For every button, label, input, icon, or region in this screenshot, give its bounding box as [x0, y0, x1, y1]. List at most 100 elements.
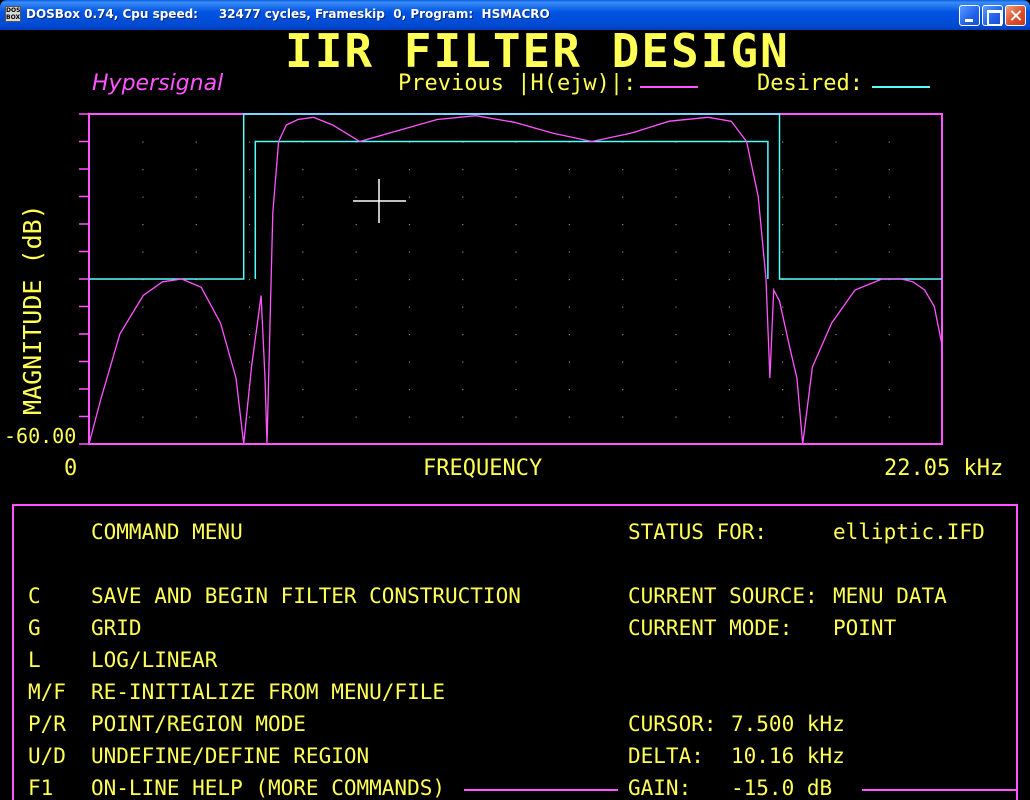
grid-dot	[675, 169, 677, 171]
grid-dot	[728, 361, 730, 363]
frequency-response-plot[interactable]	[0, 30, 1030, 470]
grid-dot	[622, 389, 624, 391]
grid-dot	[195, 251, 197, 253]
grid-dot	[728, 334, 730, 336]
grid-dot	[462, 279, 464, 281]
grid-dot	[782, 141, 784, 143]
grid-dot	[195, 196, 197, 198]
grid-dot	[195, 416, 197, 418]
grid-dot	[142, 306, 144, 308]
grid-dot	[782, 389, 784, 391]
grid-dot	[835, 169, 837, 171]
grid-dot	[568, 224, 571, 226]
grid-dot	[888, 334, 890, 336]
grid-dot	[462, 169, 464, 171]
grid-dot	[622, 251, 624, 253]
grid-dot	[568, 196, 571, 198]
grid-dot	[782, 169, 784, 171]
grid-dot	[728, 389, 730, 391]
grid-dot	[355, 224, 357, 226]
grid-dot	[568, 169, 571, 171]
grid-dot	[888, 224, 890, 226]
menu-key-pr[interactable]: P/R	[28, 712, 66, 736]
grid-dot	[835, 251, 837, 253]
menu-key-ud[interactable]: U/D	[28, 744, 66, 768]
dos-screen[interactable]: IIR FILTER DESIGN Hypersignal Previous |…	[0, 24, 1030, 800]
grid-dot	[408, 224, 411, 226]
grid-dot	[782, 334, 784, 336]
window-title: DOSBox 0.74, Cpu speed: 32477 cycles, Fr…	[26, 7, 550, 21]
grid-dot	[462, 196, 464, 198]
grid-dot	[622, 306, 624, 308]
grid-dot	[622, 224, 624, 226]
menu-key-f1[interactable]: F1	[28, 776, 53, 800]
menu-key-l[interactable]: L	[28, 648, 41, 672]
grid-dot	[835, 416, 837, 418]
grid-dot	[408, 169, 411, 171]
menu-item-grid[interactable]: GRID	[91, 616, 142, 640]
grid-dot	[355, 389, 357, 391]
grid-dot	[728, 306, 730, 308]
menu-key-g[interactable]: G	[28, 616, 41, 640]
grid-dot	[355, 334, 357, 336]
grid-dot	[248, 196, 251, 198]
minimize-button[interactable]	[959, 5, 980, 26]
grid-dot	[515, 279, 517, 281]
maximize-button[interactable]	[982, 5, 1003, 26]
grid-dot	[888, 141, 890, 143]
grid-dot	[568, 334, 571, 336]
grid-dot	[888, 196, 890, 198]
menu-item-undefine-define[interactable]: UNDEFINE/DEFINE REGION	[91, 744, 369, 768]
grid-dot	[515, 224, 517, 226]
grid-dot	[248, 141, 251, 143]
grid-dot	[248, 279, 251, 281]
grid-dot	[568, 389, 571, 391]
menu-item-save-construct[interactable]: SAVE AND BEGIN FILTER CONSTRUCTION	[91, 584, 521, 608]
grid-dot	[782, 251, 784, 253]
grid-dot	[835, 306, 837, 308]
grid-dot	[302, 389, 304, 391]
grid-dot	[675, 389, 677, 391]
grid-dot	[408, 279, 411, 281]
grid-dot	[568, 279, 571, 281]
grid-dot	[248, 361, 251, 363]
grid-dot	[515, 334, 517, 336]
grid-dot	[462, 251, 464, 253]
grid-dot	[675, 334, 677, 336]
crosshair-cursor[interactable]	[353, 179, 406, 223]
grid-dot	[728, 169, 730, 171]
grid-dot	[888, 251, 890, 253]
grid-dot	[355, 196, 357, 198]
menu-key-mf[interactable]: M/F	[28, 680, 66, 704]
grid-dot	[675, 416, 677, 418]
grid-dot	[408, 306, 411, 308]
grid-dot	[622, 169, 624, 171]
grid-dot	[408, 334, 411, 336]
grid-dot	[142, 196, 144, 198]
menu-key-c[interactable]: C	[28, 584, 41, 608]
command-menu-heading: COMMAND MENU	[91, 520, 243, 544]
grid-dot	[302, 334, 304, 336]
grid-dot	[462, 306, 464, 308]
status-source-value: MENU DATA	[833, 584, 947, 608]
grid-dot	[462, 334, 464, 336]
grid-dot	[302, 306, 304, 308]
grid-dot	[622, 279, 624, 281]
grid-dot	[142, 169, 144, 171]
grid-dot	[248, 416, 251, 418]
menu-item-point-region[interactable]: POINT/REGION MODE	[91, 712, 306, 736]
close-button[interactable]	[1005, 5, 1026, 26]
grid-dot	[888, 389, 890, 391]
status-heading: STATUS FOR:	[628, 520, 768, 544]
menu-item-log-linear[interactable]: LOG/LINEAR	[91, 648, 217, 672]
grid-dot	[675, 306, 677, 308]
grid-dot	[782, 361, 784, 363]
status-filename: elliptic.IFD	[833, 520, 985, 544]
grid-dot	[355, 251, 357, 253]
grid-dot	[675, 196, 677, 198]
menu-item-online-help[interactable]: ON-LINE HELP (MORE COMMANDS)	[91, 776, 445, 800]
grid-dot	[675, 251, 677, 253]
dosbox-icon[interactable]: DOS BOX	[5, 6, 21, 22]
grid-dot	[195, 361, 197, 363]
menu-item-reinitialize[interactable]: RE-INITIALIZE FROM MENU/FILE	[91, 680, 445, 704]
